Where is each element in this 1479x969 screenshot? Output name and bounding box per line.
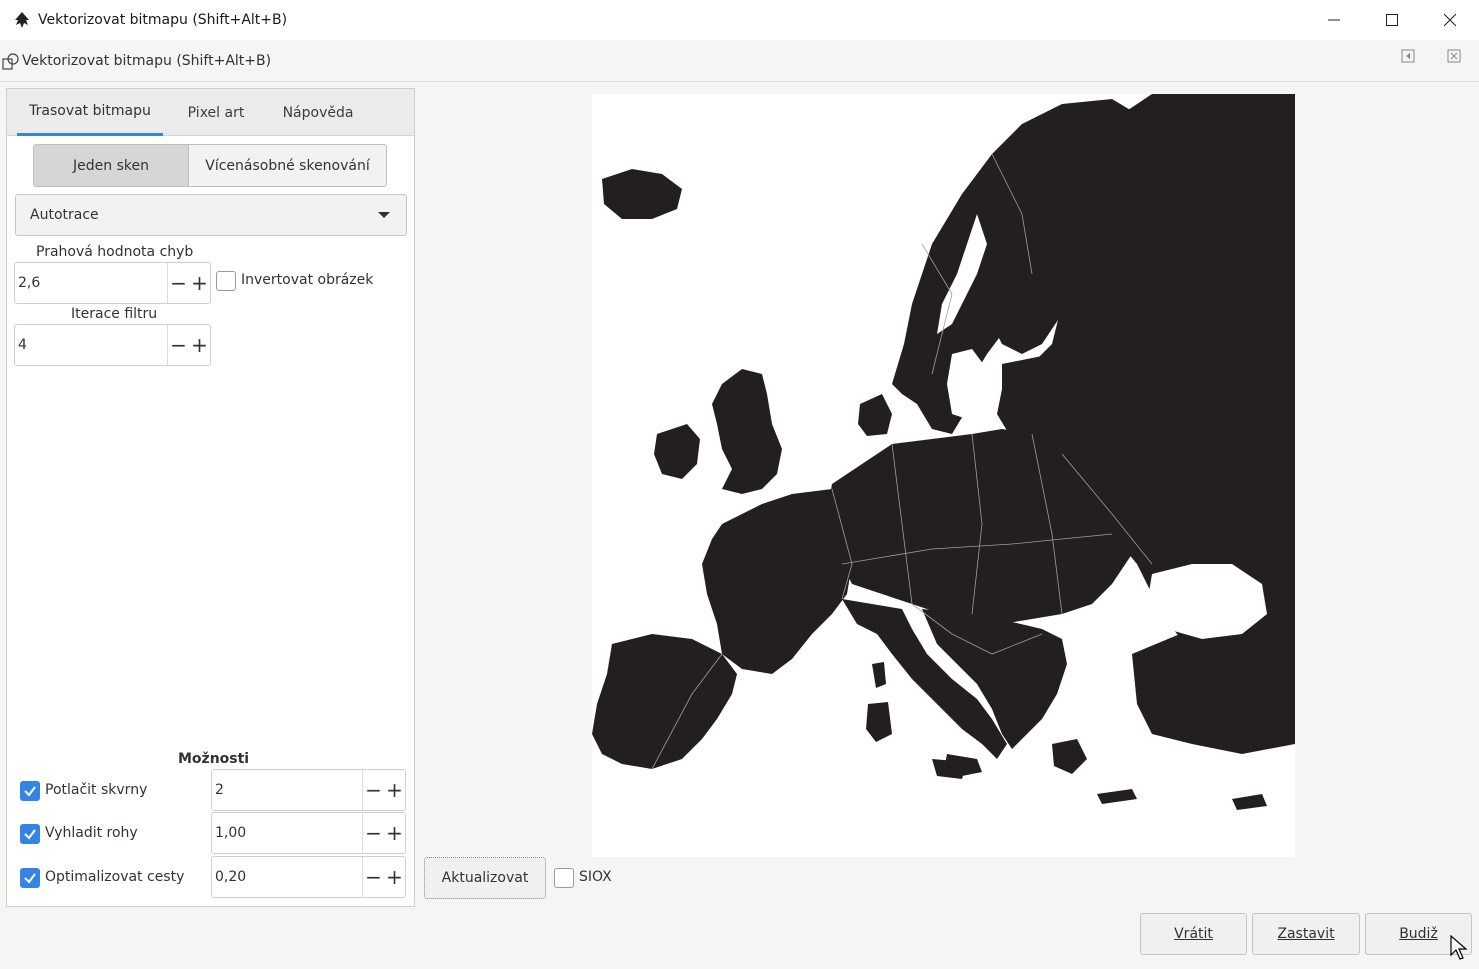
mouse-pointer-icon — [1450, 935, 1468, 960]
plus-button[interactable]: + — [189, 263, 210, 303]
window-title: Vektorizovat bitmapu (Shift+Alt+B) — [38, 12, 288, 28]
check-icon — [24, 829, 36, 840]
smooth-corners-checkbox[interactable] — [20, 824, 40, 844]
filter-iterations-input[interactable]: 4 — [15, 337, 167, 353]
inkscape-icon — [15, 12, 29, 28]
invert-checkbox[interactable] — [216, 271, 236, 291]
stop-button[interactable]: Zastavit — [1252, 913, 1360, 955]
tab-bar: Trasovat bitmapu Pixel art Nápověda — [7, 89, 414, 136]
window-controls — [1305, 0, 1479, 40]
error-threshold-label: Prahová hodnota chyb — [36, 244, 194, 260]
speckles-spinner: 2 − + — [211, 769, 406, 811]
minimize-icon — [1328, 19, 1340, 21]
optimize-paths-spinner: 0,20 − + — [211, 856, 406, 898]
trace-method-value: Autotrace — [30, 207, 99, 223]
tab-help[interactable]: Nápověda — [271, 89, 365, 136]
speckles-input[interactable]: 2 — [212, 782, 362, 798]
tab-pixel-art[interactable]: Pixel art — [177, 89, 255, 136]
smooth-corners-spinner: 1,00 − + — [211, 812, 406, 854]
europe-map-image — [592, 94, 1295, 810]
error-threshold-input[interactable]: 2,6 — [15, 275, 167, 291]
single-scan-button[interactable]: Jeden sken — [33, 144, 189, 187]
trace-preview — [592, 94, 1295, 857]
stop-label: Zastavit — [1277, 926, 1335, 942]
minus-button[interactable]: − — [363, 813, 384, 853]
tab-trace-bitmap[interactable]: Trasovat bitmapu — [17, 89, 163, 136]
minus-button[interactable]: − — [168, 325, 189, 365]
siox-label: SIOX — [579, 869, 612, 885]
plus-button[interactable]: + — [384, 770, 405, 810]
dock-float-button[interactable] — [1400, 48, 1416, 64]
error-threshold-spinner: 2,6 − + — [14, 262, 211, 304]
dock-header: Vektorizovat bitmapu (Shift+Alt+B) — [0, 40, 1479, 82]
filter-iterations-label: Iterace filtru — [71, 306, 158, 322]
speckles-checkbox[interactable] — [20, 781, 40, 801]
revert-label: Vrátit — [1174, 926, 1213, 942]
filter-iterations-spinner: 4 − + — [14, 324, 211, 366]
plus-button[interactable]: + — [384, 813, 405, 853]
minus-button[interactable]: − — [363, 770, 384, 810]
minus-button[interactable]: − — [363, 857, 384, 897]
siox-checkbox[interactable] — [554, 868, 574, 888]
minus-button[interactable]: − — [168, 263, 189, 303]
maximize-icon — [1386, 14, 1398, 26]
speckles-label: Potlačit skvrny — [45, 782, 148, 798]
title-bar: Vektorizovat bitmapu (Shift+Alt+B) — [0, 0, 1479, 40]
minimize-button[interactable] — [1305, 0, 1363, 40]
check-icon — [24, 786, 36, 797]
check-icon — [24, 873, 36, 884]
smooth-corners-input[interactable]: 1,00 — [212, 825, 362, 841]
options-title: Možnosti — [178, 751, 250, 767]
apply-label: Budiž — [1399, 926, 1438, 942]
settings-panel: Trasovat bitmapu Pixel art Nápověda Jede… — [6, 88, 415, 907]
invert-label: Invertovat obrázek — [241, 272, 374, 288]
multi-scan-button[interactable]: Vícenásobné skenování — [188, 144, 387, 187]
close-button[interactable] — [1421, 0, 1479, 40]
close-icon — [1444, 14, 1456, 26]
optimize-paths-checkbox[interactable] — [20, 868, 40, 888]
maximize-button[interactable] — [1363, 0, 1421, 40]
plus-button[interactable]: + — [189, 325, 210, 365]
revert-button[interactable]: Vrátit — [1140, 913, 1247, 955]
plus-button[interactable]: + — [384, 857, 405, 897]
smooth-corners-label: Vyhladit rohy — [45, 825, 138, 841]
optimize-paths-label: Optimalizovat cesty — [45, 869, 185, 885]
float-icon — [1401, 49, 1415, 63]
trace-method-dropdown[interactable]: Autotrace — [15, 194, 407, 236]
optimize-paths-input[interactable]: 0,20 — [212, 869, 362, 885]
trace-bitmap-icon — [2, 52, 19, 70]
chevron-down-icon — [378, 212, 390, 218]
update-button[interactable]: Aktualizovat — [424, 857, 546, 899]
dock-close-button[interactable] — [1446, 48, 1462, 64]
dock-title: Vektorizovat bitmapu (Shift+Alt+B) — [22, 52, 272, 69]
close-icon — [1447, 49, 1461, 63]
